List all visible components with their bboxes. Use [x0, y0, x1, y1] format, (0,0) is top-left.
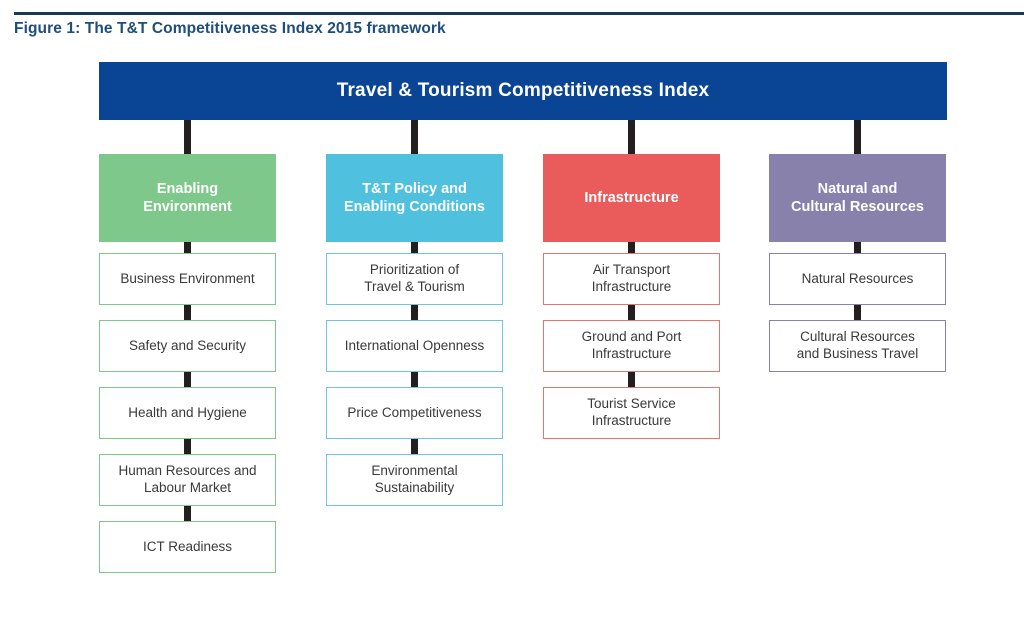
subindex-box[interactable]: Business Environment	[99, 253, 276, 305]
subindex-box[interactable]: ICT Readiness	[99, 521, 276, 573]
subindex-label: Air Transport Infrastructure	[591, 262, 672, 294]
connector-segment	[854, 305, 861, 320]
pillar-head-tt-policy-and-enabling-conditions[interactable]: T&T Policy and Enabling Conditions	[326, 154, 503, 242]
connector-index-to-enabling-environment	[184, 120, 191, 154]
pillar-head-enabling-environment[interactable]: Enabling Environment	[99, 154, 276, 242]
subindex-box[interactable]: Tourist Service Infrastructure	[543, 387, 720, 439]
connector-segment	[411, 305, 418, 320]
connector-segment	[628, 372, 635, 387]
subindex-box[interactable]: Prioritization of Travel & Tourism	[326, 253, 503, 305]
connector-segment	[184, 242, 191, 253]
subindex-label: Natural Resources	[801, 270, 914, 286]
subindex-box[interactable]: Price Competitiveness	[326, 387, 503, 439]
connector-index-to-tt-policy-and-enabling-conditions	[411, 120, 418, 154]
pillar-column-tt-policy-and-enabling-conditions: T&T Policy and Enabling Conditions Priorit…	[326, 154, 503, 521]
subindex-box[interactable]: Ground and Port Infrastructure	[543, 320, 720, 372]
subindex-box[interactable]: Health and Hygiene	[99, 387, 276, 439]
subindex-label: Business Environment	[120, 270, 255, 286]
connector-segment	[184, 372, 191, 387]
subindex-box[interactable]: Human Resources and Labour Market	[99, 454, 276, 506]
connector-segment	[411, 439, 418, 454]
connector-index-to-infrastructure	[628, 120, 635, 154]
subindex-label: Prioritization of Travel & Tourism	[364, 262, 465, 294]
connector-segment	[628, 305, 635, 320]
index-root-box: Travel & Tourism Competitiveness Index	[99, 62, 947, 120]
pillar-column-infrastructure: Infrastructure Air Transport Infrastructur…	[543, 154, 720, 454]
connector-segment	[184, 506, 191, 521]
subindex-label: Cultural Resources and Business Travel	[796, 329, 919, 361]
pillar-head-infrastructure[interactable]: Infrastructure	[543, 154, 720, 242]
connector-segment	[184, 305, 191, 320]
connector-index-to-natural-and-cultural-resources	[854, 120, 861, 154]
connector-segment	[184, 439, 191, 454]
subindex-label: Ground and Port Infrastructure	[581, 329, 682, 361]
subindex-box[interactable]: Cultural Resources and Business Travel	[769, 320, 946, 372]
subindex-box[interactable]: Safety and Security	[99, 320, 276, 372]
subindex-label: Human Resources and Labour Market	[118, 463, 257, 495]
subindex-label: Environmental Sustainability	[371, 463, 458, 495]
connector-segment	[628, 242, 635, 253]
subindex-label: Price Competitiveness	[347, 404, 482, 420]
subindex-label: Safety and Security	[128, 337, 247, 353]
pillar-head-natural-and-cultural-resources[interactable]: Natural and Cultural Resources	[769, 154, 946, 242]
pillar-head-label: T&T Policy and Enabling Conditions	[344, 180, 485, 215]
subindex-box[interactable]: Air Transport Infrastructure	[543, 253, 720, 305]
pillar-column-enabling-environment: Enabling Environment Business Environment S…	[99, 154, 276, 588]
subindex-label: Tourist Service Infrastructure	[587, 396, 676, 428]
pillar-head-label: Infrastructure	[584, 189, 679, 206]
subindex-label: ICT Readiness	[142, 538, 233, 554]
subindex-label: International Openness	[344, 337, 485, 353]
pillar-head-label: Natural and Cultural Resources	[791, 180, 924, 215]
pillar-column-natural-and-cultural-resources: Natural and Cultural Resources Natural Res…	[769, 154, 946, 387]
connector-segment	[411, 372, 418, 387]
pillar-head-label: Enabling Environment	[143, 180, 232, 215]
subindex-box[interactable]: International Openness	[326, 320, 503, 372]
connector-segment	[411, 242, 418, 253]
subindex-box[interactable]: Natural Resources	[769, 253, 946, 305]
subindex-box[interactable]: Environmental Sustainability	[326, 454, 503, 506]
connector-segment	[854, 242, 861, 253]
framework-diagram: Travel & Tourism Competitiveness Index E…	[0, 0, 1024, 627]
subindex-label: Health and Hygiene	[128, 404, 247, 420]
index-root-label: Travel & Tourism Competitiveness Index	[336, 80, 710, 101]
